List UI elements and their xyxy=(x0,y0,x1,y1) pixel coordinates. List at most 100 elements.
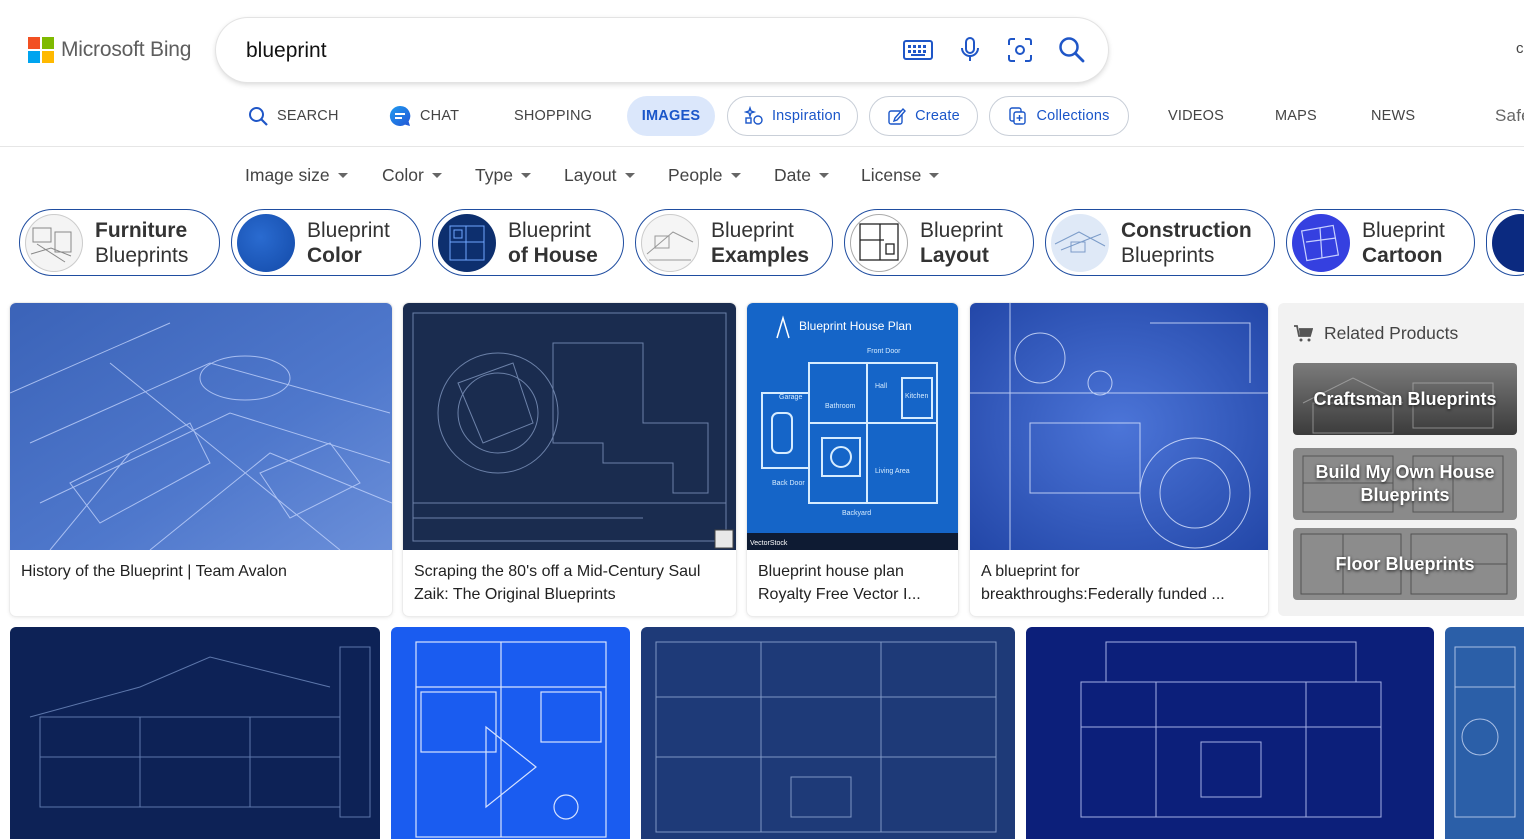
bing-logo[interactable]: Microsoft Bing xyxy=(28,37,191,63)
svg-text:Hall: Hall xyxy=(875,383,888,390)
tab-collections[interactable]: Collections xyxy=(989,96,1129,136)
tab-label: Collections xyxy=(1036,108,1110,124)
filter-label: Date xyxy=(774,165,811,185)
svg-text:Kitchen: Kitchen xyxy=(905,393,928,400)
image-result[interactable] xyxy=(1026,627,1434,839)
related-label: Furniture Blueprints xyxy=(95,218,189,267)
related-search-blueprint-layout[interactable]: Blueprint Layout xyxy=(844,209,1034,276)
related-search-more[interactable] xyxy=(1486,209,1524,276)
result-image xyxy=(10,303,392,550)
product-label: Build My Own House Blueprints xyxy=(1315,462,1495,505)
result-caption[interactable]: History of the Blueprint | Team Avalon xyxy=(21,560,382,583)
tab-label: NEWS xyxy=(1371,108,1416,124)
image-result[interactable]: Blueprint House Plan Front Door Garage B… xyxy=(747,303,958,616)
chevron-down-icon xyxy=(818,173,829,178)
microsoft-logo-icon xyxy=(28,37,54,63)
product-label: Craftsman Blueprints xyxy=(1313,388,1497,409)
filter-date[interactable]: Date xyxy=(774,165,829,186)
visual-search-icon[interactable] xyxy=(1004,35,1036,65)
related-product-floor-blueprints[interactable]: Floor Blueprints xyxy=(1293,528,1517,600)
filter-license[interactable]: License xyxy=(861,165,940,186)
result-image xyxy=(403,303,736,550)
image-result[interactable] xyxy=(10,627,380,839)
related-search-furniture-blueprints[interactable]: Furniture Blueprints xyxy=(19,209,220,276)
related-search-blueprint-cartoon[interactable]: Blueprint Cartoon xyxy=(1286,209,1475,276)
search-icon[interactable] xyxy=(1056,35,1088,65)
chevron-down-icon xyxy=(431,173,442,178)
image-result[interactable]: A blueprint for breakthroughs:Federally … xyxy=(970,303,1268,616)
tab-label: Create xyxy=(915,108,960,124)
related-search-blueprint-of-house[interactable]: Blueprint of House xyxy=(432,209,624,276)
filter-people[interactable]: People xyxy=(668,165,741,186)
related-search-construction-blueprints[interactable]: Construction Blueprints xyxy=(1045,209,1275,276)
related-label: Blueprint of House xyxy=(508,218,598,267)
image-result[interactable]: History of the Blueprint | Team Avalon xyxy=(10,303,392,616)
result-image: Blueprint House Plan Front Door Garage B… xyxy=(747,303,958,550)
account-edge-text[interactable]: c xyxy=(1516,40,1524,57)
tab-label: CHAT xyxy=(420,108,460,124)
svg-text:Living Area: Living Area xyxy=(875,468,910,475)
related-label: Blueprint Examples xyxy=(711,218,810,267)
overlay-title: Blueprint House Plan xyxy=(799,319,912,333)
tab-inspiration[interactable]: Inspiration xyxy=(727,96,858,136)
filter-label: Image size xyxy=(245,165,330,185)
result-image xyxy=(970,303,1268,550)
safe-search-toggle[interactable]: Safe xyxy=(1495,96,1524,136)
image-result[interactable] xyxy=(1445,627,1524,839)
inspiration-icon xyxy=(743,106,764,126)
keyboard-icon[interactable] xyxy=(902,35,934,65)
result-caption[interactable]: Scraping the 80's off a Mid-Century Saul… xyxy=(414,560,726,606)
tab-shopping[interactable]: SHOPPING xyxy=(514,96,592,136)
chevron-down-icon xyxy=(929,173,940,178)
search-icon xyxy=(248,106,269,127)
tab-label: VIDEOS xyxy=(1168,108,1224,124)
svg-text:Back Door: Back Door xyxy=(772,480,805,487)
tab-maps[interactable]: MAPS xyxy=(1275,96,1317,136)
related-thumbnail xyxy=(850,213,908,272)
result-caption[interactable]: A blueprint for breakthroughs:Federally … xyxy=(981,560,1258,606)
result-caption[interactable]: Blueprint house plan Royalty Free Vector… xyxy=(758,560,948,606)
filter-type[interactable]: Type xyxy=(475,165,531,186)
chat-icon xyxy=(388,104,412,128)
result-image xyxy=(29,646,371,818)
related-label: Blueprint Cartoon xyxy=(1362,218,1445,267)
image-result[interactable] xyxy=(641,627,1015,839)
tab-news[interactable]: NEWS xyxy=(1371,96,1415,136)
collections-icon xyxy=(1008,106,1028,126)
related-thumbnail xyxy=(1292,213,1350,272)
filter-layout[interactable]: Layout xyxy=(564,165,635,186)
related-search-blueprint-color[interactable]: Blueprint Color xyxy=(231,209,421,276)
filter-label: License xyxy=(861,165,922,185)
image-result[interactable]: Scraping the 80's off a Mid-Century Saul… xyxy=(403,303,736,616)
filter-color[interactable]: Color xyxy=(382,165,442,186)
svg-text:VectorStock: VectorStock xyxy=(750,540,788,547)
related-thumbnail xyxy=(438,213,496,272)
tab-search[interactable]: SEARCH xyxy=(248,96,339,136)
search-input[interactable] xyxy=(244,35,888,67)
filter-image-size[interactable]: Image size xyxy=(245,165,348,186)
related-label: Blueprint Color xyxy=(307,218,390,267)
tab-create[interactable]: Create xyxy=(869,96,978,136)
brand-name: Microsoft Bing xyxy=(61,38,192,61)
related-search-blueprint-examples[interactable]: Blueprint Examples xyxy=(635,209,833,276)
svg-text:Bathroom: Bathroom xyxy=(825,403,856,410)
filter-label: People xyxy=(668,165,723,185)
tab-chat[interactable]: CHAT xyxy=(388,96,459,136)
tab-label: IMAGES xyxy=(641,108,701,124)
tab-videos[interactable]: VIDEOS xyxy=(1168,96,1224,136)
product-label: Floor Blueprints xyxy=(1335,553,1475,574)
related-thumbnail xyxy=(1492,213,1524,272)
chevron-down-icon xyxy=(730,173,741,178)
image-result[interactable] xyxy=(391,627,630,839)
microphone-icon[interactable] xyxy=(954,35,986,65)
svg-text:Garage: Garage xyxy=(779,394,802,401)
result-image xyxy=(655,641,997,833)
create-icon xyxy=(887,106,907,126)
related-label: Construction Blueprints xyxy=(1121,218,1252,267)
tab-label: SHOPPING xyxy=(514,108,593,124)
related-thumbnail xyxy=(641,213,699,272)
tab-images[interactable]: IMAGES xyxy=(627,96,715,136)
result-image xyxy=(1454,646,1516,818)
related-product-craftsman-blueprints[interactable]: Craftsman Blueprints xyxy=(1293,363,1517,435)
related-product-build-my-own-house[interactable]: Build My Own House Blueprints xyxy=(1293,448,1517,520)
